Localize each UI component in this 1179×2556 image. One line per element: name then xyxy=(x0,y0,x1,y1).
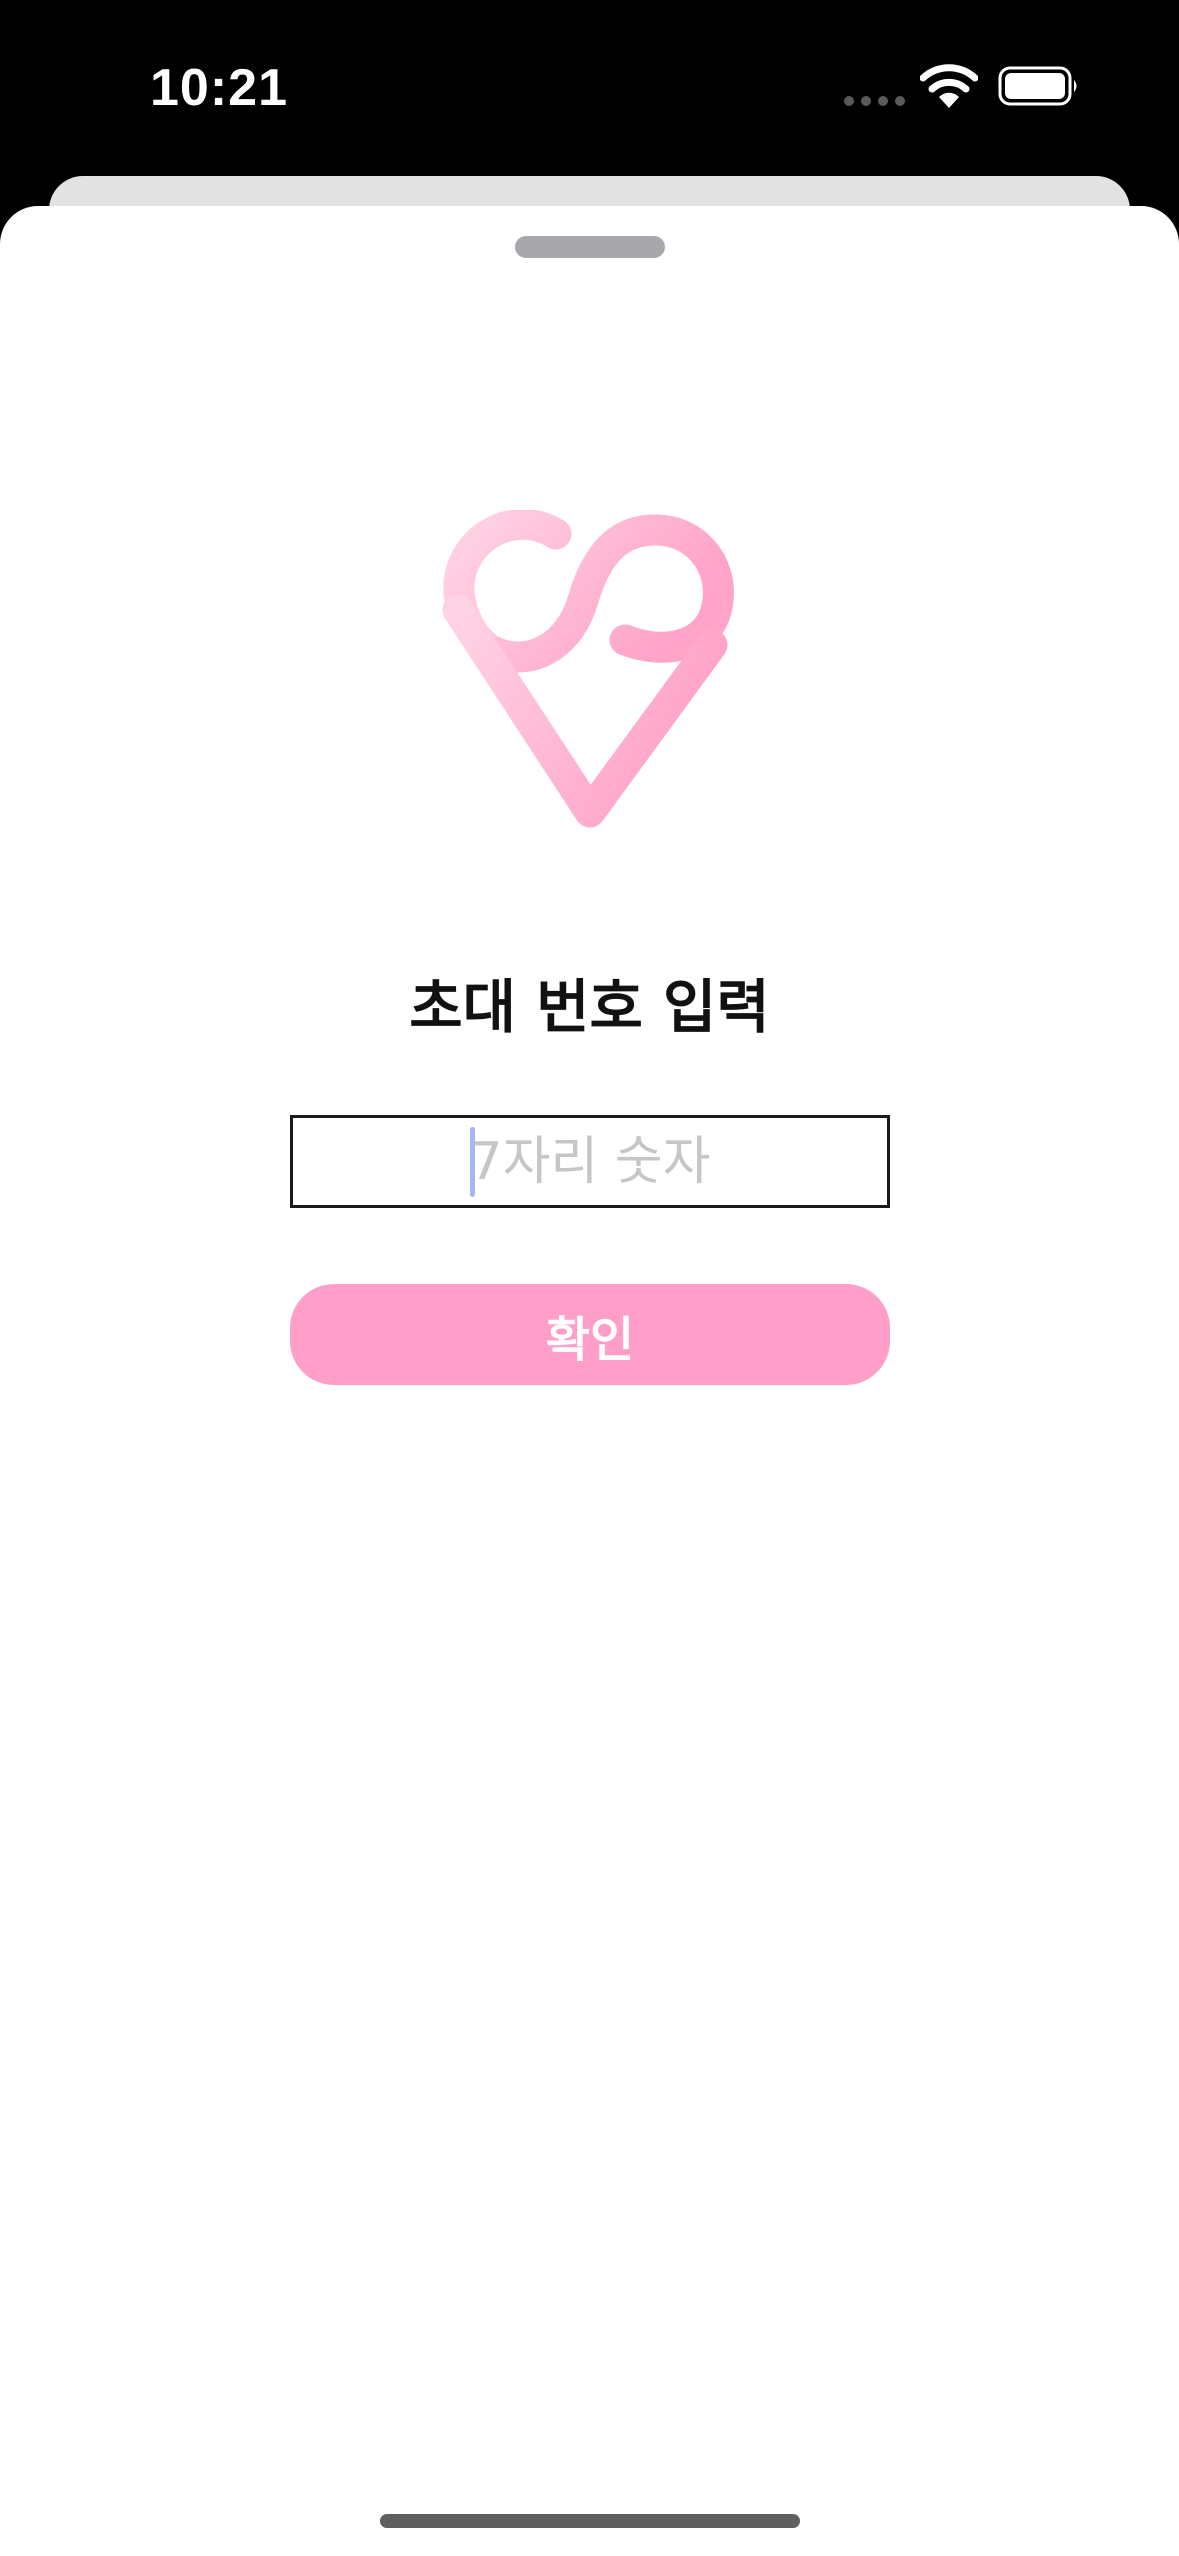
page-title: 초대 번호 입력 xyxy=(409,973,770,1041)
status-time: 10:21 xyxy=(150,59,288,117)
text-caret xyxy=(470,1127,475,1197)
heart-infinity-logo-icon xyxy=(442,510,734,828)
sheet-grabber[interactable] xyxy=(515,236,665,258)
wifi-icon xyxy=(920,64,978,108)
status-bar: 10:21 xyxy=(0,0,1179,175)
confirm-button[interactable]: 확인 xyxy=(290,1284,890,1385)
signal-dots-icon xyxy=(844,96,905,106)
home-indicator[interactable] xyxy=(380,2514,800,2528)
battery-icon xyxy=(998,66,1077,106)
invite-code-input[interactable] xyxy=(290,1115,890,1208)
